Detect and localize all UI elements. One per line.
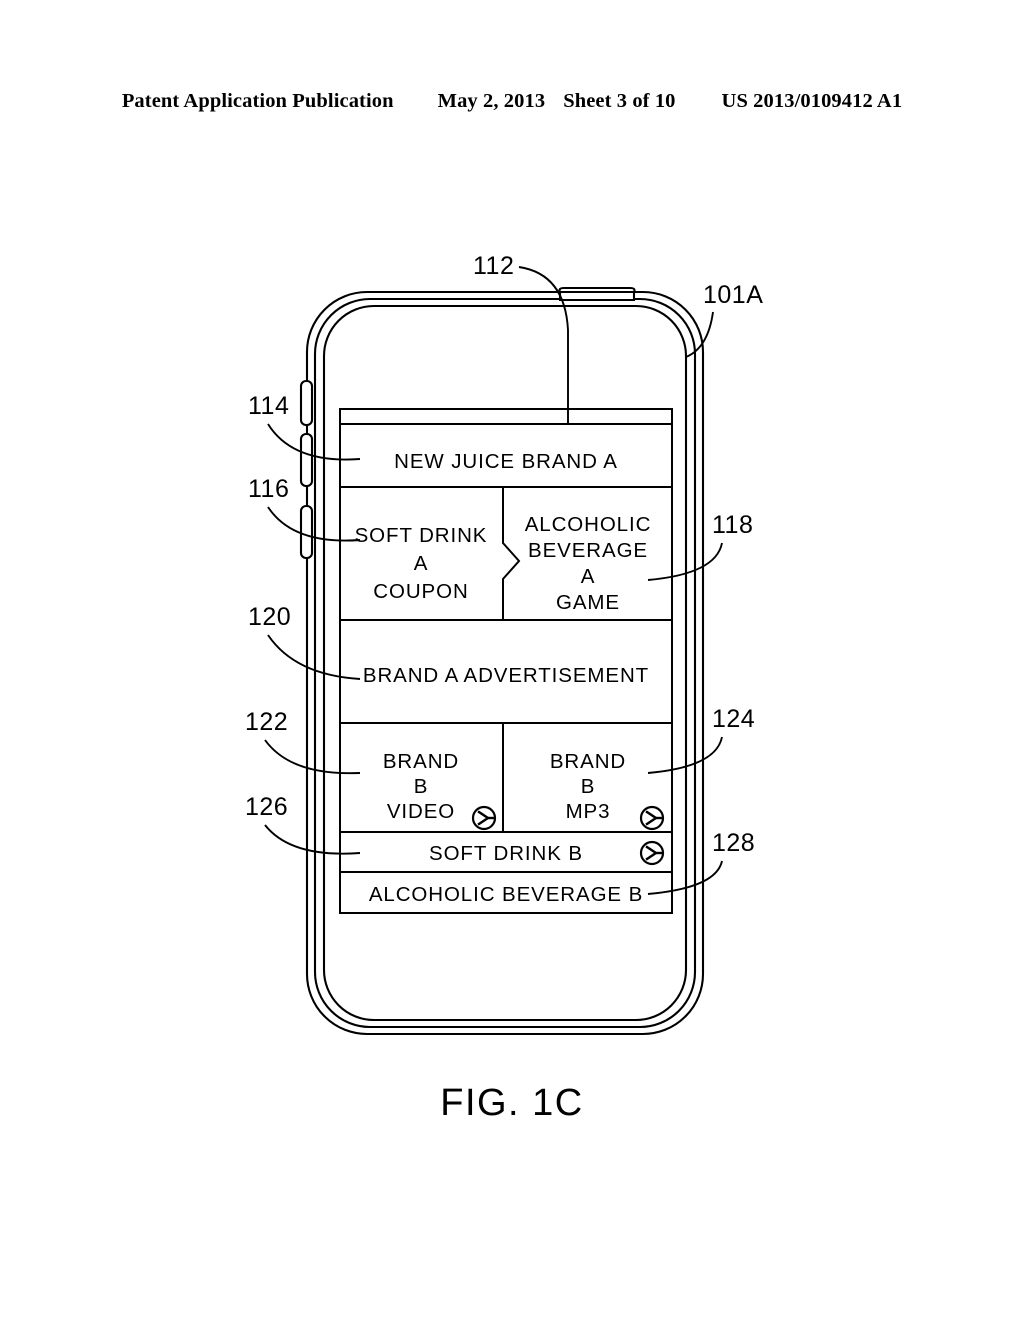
leader-line-122 bbox=[264, 739, 361, 775]
cell-label-alcoholic-a-line4: GAME bbox=[556, 591, 620, 614]
cell-label-brand-b-video-line2: B bbox=[414, 775, 429, 798]
cell-label-brand-b-video-line1: BRAND bbox=[383, 750, 459, 773]
ref-numeral-112: 112 bbox=[473, 252, 514, 280]
cell-label-alcoholic-beverage-b: ALCOHOLIC BEVERAGE B bbox=[369, 883, 643, 906]
cell-brand-a-advertisement[interactable]: BRAND A ADVERTISEMENT bbox=[363, 664, 649, 687]
ref-numeral-128: 128 bbox=[712, 829, 755, 857]
ref-numeral-126: 126 bbox=[245, 793, 288, 821]
row2-zigzag-divider bbox=[502, 487, 521, 620]
ref-numeral-101A: 101A bbox=[703, 281, 763, 309]
cell-label-brand-b-video-line3: VIDEO bbox=[387, 800, 455, 823]
ref-numeral-122: 122 bbox=[245, 708, 288, 736]
device-screen: NEW JUICE BRAND A SOFT DRINK A COUPON AL… bbox=[339, 408, 673, 914]
cell-label-soft-drink-a-line1: SOFT DRINK bbox=[355, 524, 488, 547]
cell-label-brand-b-mp3-line2: B bbox=[581, 775, 596, 798]
ref-numeral-124: 124 bbox=[712, 705, 755, 733]
side-button-top[interactable] bbox=[299, 379, 314, 427]
cell-soft-drink-a-coupon[interactable]: SOFT DRINK A COUPON bbox=[355, 524, 488, 603]
ref-numeral-120: 120 bbox=[248, 603, 291, 631]
cell-label-alcoholic-a-line1: ALCOHOLIC bbox=[525, 513, 652, 536]
leader-line-112 bbox=[518, 266, 569, 423]
cell-label-alcoholic-a-line2: BEVERAGE bbox=[528, 539, 648, 562]
figure-caption: FIG. 1C bbox=[440, 1082, 584, 1124]
play-arrow-icon[interactable] bbox=[639, 805, 665, 831]
cell-alcoholic-beverage-a-game[interactable]: ALCOHOLIC BEVERAGE A GAME bbox=[525, 513, 652, 614]
screen-panel-border bbox=[339, 408, 673, 914]
cell-label-soft-drink-a-line2: A bbox=[414, 552, 429, 575]
cell-label-soft-drink-b: SOFT DRINK B bbox=[429, 842, 583, 865]
device-body bbox=[299, 286, 705, 1036]
leader-line-126 bbox=[264, 824, 361, 855]
ref-numeral-118: 118 bbox=[712, 511, 753, 539]
cell-label-brand-b-mp3-line1: BRAND bbox=[550, 750, 626, 773]
cell-label-alcoholic-a-line3: A bbox=[581, 565, 596, 588]
side-button-volume-down[interactable] bbox=[299, 504, 314, 560]
play-arrow-icon[interactable] bbox=[471, 805, 497, 831]
ref-numeral-114: 114 bbox=[248, 392, 289, 420]
cell-label-brand-a-advertisement: BRAND A ADVERTISEMENT bbox=[363, 664, 649, 687]
cell-new-juice-brand-a[interactable]: NEW JUICE BRAND A bbox=[394, 450, 618, 473]
cell-brand-b-mp3[interactable]: BRAND B MP3 bbox=[550, 750, 665, 831]
cell-soft-drink-b[interactable]: SOFT DRINK B bbox=[429, 840, 665, 866]
play-arrow-icon[interactable] bbox=[639, 840, 665, 866]
earpiece-speaker-icon bbox=[558, 290, 636, 302]
cell-label-soft-drink-a-line3: COUPON bbox=[373, 580, 468, 603]
cell-alcoholic-beverage-b[interactable]: ALCOHOLIC BEVERAGE B bbox=[369, 883, 643, 906]
ref-numeral-116: 116 bbox=[248, 475, 289, 503]
device-outer-shell bbox=[305, 290, 705, 1036]
cell-label-new-juice-brand-a: NEW JUICE BRAND A bbox=[394, 450, 618, 473]
cell-label-brand-b-mp3-line3: MP3 bbox=[566, 800, 611, 823]
patent-drawing-page: Patent Application Publication May 2, 20… bbox=[0, 0, 1024, 1320]
cell-brand-b-video[interactable]: BRAND B VIDEO bbox=[383, 750, 497, 831]
side-button-volume-up[interactable] bbox=[299, 432, 314, 488]
